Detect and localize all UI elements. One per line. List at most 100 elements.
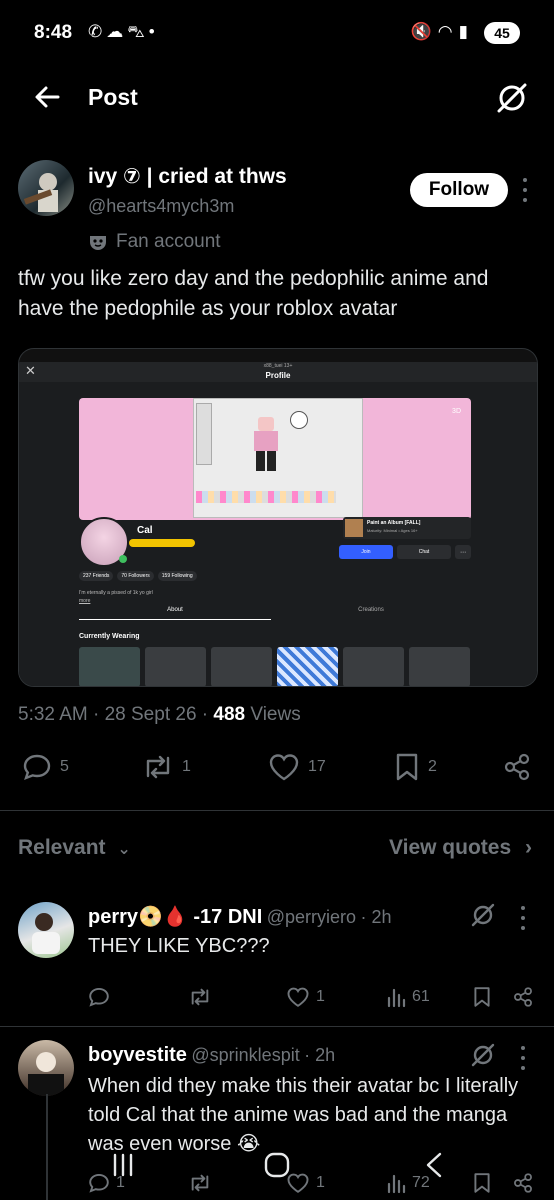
embedded-window-subtitle: x88_tuei 13+ (263, 363, 293, 369)
like-count: 17 (308, 758, 326, 775)
embedded-bio: I'm eternally a pissed of 1k yo girl (79, 590, 153, 596)
reply-header: boyvestite @sprinklespit · 2h (88, 1044, 335, 1067)
fan-account-label: Fan account (116, 231, 221, 252)
heart-icon (286, 986, 310, 1008)
repost-button[interactable]: 1 (142, 752, 191, 782)
repost-icon (188, 986, 212, 1008)
nav-back-icon[interactable] (420, 1150, 450, 1180)
reply-header: perry📀🩸 -17 DNI @perryiero · 2h (88, 904, 392, 929)
more-options-icon[interactable] (518, 906, 528, 930)
reply-comment-button[interactable] (88, 986, 110, 1008)
mute-icon: 🔇 (410, 22, 438, 41)
reply-time: · 2h (360, 907, 392, 927)
cloud-icon: ☁ (106, 22, 128, 41)
embedded-experience-card: Paint an Album [FALL] Maturity: Minimal … (343, 517, 471, 539)
reply-author-name[interactable]: boyvestite (88, 1044, 187, 1066)
dot-icon: • (148, 22, 159, 41)
reply-views-count: 61 (412, 988, 430, 1005)
back-arrow-icon[interactable] (30, 80, 64, 114)
embedded-join-button: Join (339, 545, 393, 559)
bookmark-icon (472, 1172, 492, 1194)
embedded-stats: 237 Friends 70 Followers 159 Following (79, 571, 197, 581)
thread-line (46, 1094, 48, 1200)
wearing-item-hair (79, 647, 140, 686)
reply-avatar[interactable] (18, 902, 74, 958)
author-name[interactable]: ivy ⑦ | cried at thws (88, 164, 287, 189)
reply-bookmark-button[interactable] (472, 986, 492, 1008)
reply-share-button[interactable] (512, 1172, 534, 1194)
embedded-experience-title: Paint an Album [FALL] (367, 520, 421, 526)
post-timestamp: 5:32 AM · 28 Sept 26 · (18, 704, 214, 725)
like-button[interactable]: 17 (268, 752, 326, 782)
reply-text: When did they make this their avatar bc … (88, 1075, 519, 1155)
reply-author-handle[interactable]: @perryiero (267, 907, 356, 927)
post-actions: 5 1 17 2 (0, 752, 554, 792)
embedded-paint-canvas (193, 398, 363, 518)
fan-account-badge: Fan account (88, 231, 221, 253)
top-bar: Post (0, 72, 554, 124)
more-options-icon[interactable] (520, 178, 530, 202)
reply-author-name[interactable]: perry📀🩸 -17 DNI (88, 906, 262, 928)
more-options-icon[interactable] (518, 1046, 528, 1070)
wearing-item-shirt (145, 647, 206, 686)
reply-bookmark-button[interactable] (472, 1172, 492, 1194)
page-title: Post (88, 84, 138, 110)
wearing-item-head (343, 647, 404, 686)
reply-repost-button[interactable] (188, 1172, 212, 1194)
bookmark-button[interactable]: 2 (394, 752, 437, 782)
reply-text: THEY LIKE YBC??? (88, 935, 270, 957)
embedded-avatar-banner: 3D (79, 398, 471, 520)
battery-indicator: 45 (484, 22, 520, 44)
reply-author-handle[interactable]: @sprinklespit (191, 1045, 299, 1065)
reply-button[interactable]: 5 (22, 752, 69, 782)
reply-icon (88, 986, 110, 1008)
chevron-right-icon: › (525, 836, 532, 859)
embedded-following: 159 Following (157, 571, 197, 581)
view-quotes-link[interactable]: View quotes › (389, 836, 532, 860)
grok-icon[interactable] (470, 902, 496, 928)
post-text: tfw you like zero day and the pedophilic… (18, 267, 489, 320)
grok-icon[interactable] (470, 1042, 496, 1068)
post-media[interactable]: ✕ x88_tuei 13+ Profile 3D Cal 237 Friend… (18, 348, 538, 687)
embedded-more-link: more (79, 598, 91, 604)
reply-share-button[interactable] (512, 986, 534, 1008)
embedded-followers: 70 Followers (117, 571, 154, 581)
embedded-tab-creations: Creations (358, 607, 384, 613)
car-icon: ⛍ (127, 22, 149, 41)
reply-like-button[interactable]: 1 (286, 986, 325, 1008)
status-bar: 8:48 ✆☁⛍• 🔇◠▮ 45 (0, 0, 554, 64)
views-icon (386, 986, 406, 1008)
reply-icon (22, 752, 52, 782)
wearing-item-checkered (277, 647, 338, 686)
bookmark-icon (472, 986, 492, 1008)
wearing-item-pants (211, 647, 272, 686)
embedded-wearing-items (79, 647, 470, 686)
author-handle[interactable]: @hearts4mych3m (88, 196, 234, 217)
reply-like-count: 1 (316, 1174, 325, 1191)
home-icon[interactable] (262, 1150, 292, 1180)
share-icon (512, 986, 534, 1008)
embedded-window-title: Profile (265, 371, 291, 380)
reply-like-count: 1 (316, 988, 325, 1005)
grok-icon[interactable] (494, 80, 530, 116)
share-button[interactable] (502, 752, 532, 782)
reply-icon (88, 1172, 110, 1194)
bookmark-count: 2 (428, 758, 437, 775)
share-icon (502, 752, 532, 782)
embedded-chat-button: Chat (397, 545, 451, 559)
repost-icon (188, 1172, 212, 1194)
reply-views[interactable]: 61 (386, 986, 430, 1008)
status-time: 8:48 (34, 22, 73, 43)
author-avatar[interactable] (18, 160, 74, 216)
heart-icon (268, 752, 300, 782)
repost-icon (142, 752, 174, 782)
recents-icon[interactable] (108, 1150, 138, 1180)
bookmark-icon (394, 752, 420, 782)
sort-relevant-dropdown[interactable]: Relevant ⌄ (18, 836, 131, 860)
post-meta: 5:32 AM · 28 Sept 26 · 488 Views (18, 704, 301, 726)
reply-avatar[interactable] (18, 1040, 74, 1096)
reply-repost-button[interactable] (188, 986, 212, 1008)
follow-button[interactable]: Follow (410, 173, 508, 207)
repost-count: 1 (182, 758, 191, 775)
divider (0, 810, 554, 811)
